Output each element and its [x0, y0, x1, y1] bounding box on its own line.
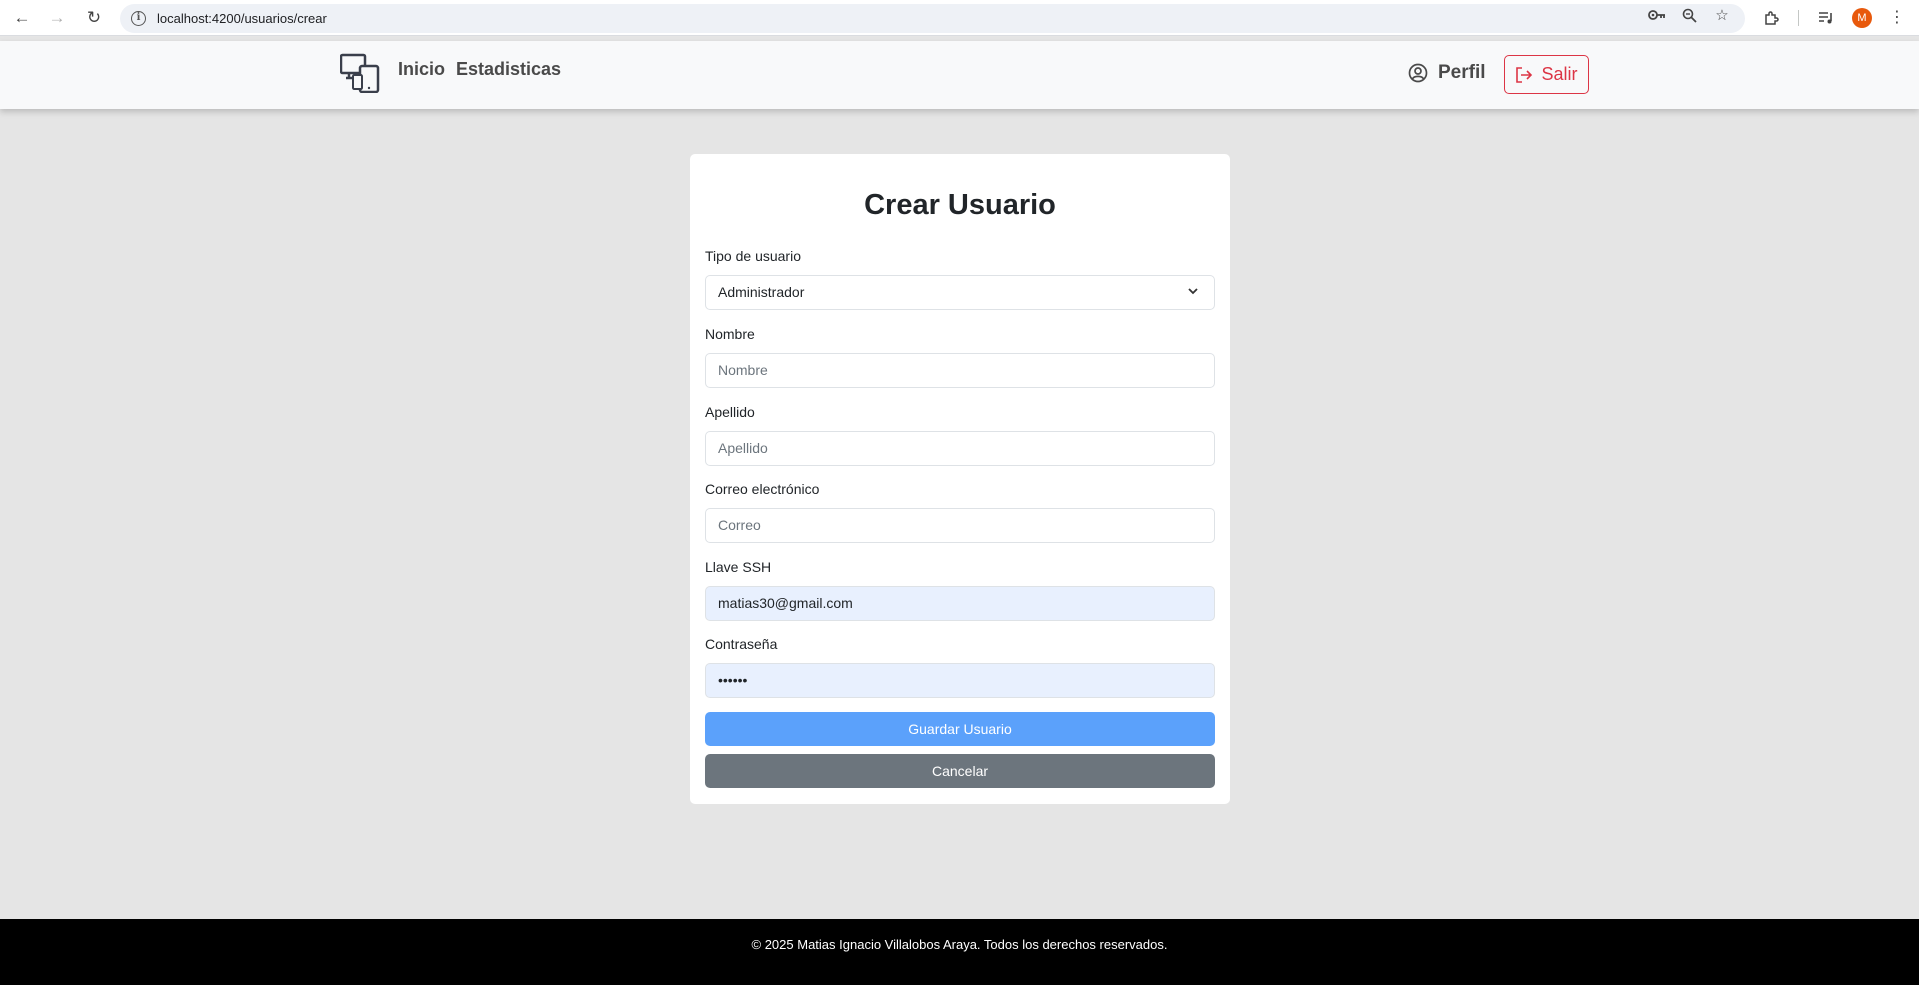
page-footer: © 2025 Matias Ignacio Villalobos Araya. … — [0, 919, 1919, 985]
logout-button[interactable]: Salir — [1504, 55, 1589, 94]
devices-logo-icon[interactable] — [340, 53, 380, 93]
user-circle-icon — [1408, 63, 1428, 83]
user-type-label: Tipo de usuario — [705, 248, 801, 264]
browser-toolbar: ← → ↻ i localhost:4200/usuarios/crear ☆ … — [0, 0, 1919, 36]
chevron-down-icon — [1188, 288, 1198, 295]
site-info-icon[interactable]: i — [131, 11, 146, 26]
profile-avatar[interactable]: M — [1852, 8, 1872, 28]
email-label: Correo electrónico — [705, 481, 820, 497]
footer-copyright: © 2025 Matias Ignacio Villalobos Araya. … — [751, 937, 1168, 952]
create-user-card: Crear Usuario Tipo de usuario Administra… — [690, 154, 1230, 804]
address-url[interactable]: localhost:4200/usuarios/crear — [157, 11, 327, 26]
password-input[interactable]: •••••• — [705, 663, 1215, 698]
toolbar-divider — [1798, 10, 1799, 26]
logout-icon — [1516, 66, 1533, 83]
address-bar[interactable]: i localhost:4200/usuarios/crear — [120, 4, 1745, 33]
zoom-icon[interactable] — [1679, 5, 1699, 25]
ssh-key-label: Llave SSH — [705, 559, 772, 575]
browser-menu-icon[interactable]: ⋮ — [1889, 7, 1905, 29]
password-label: Contraseña — [705, 636, 778, 652]
cancel-button[interactable]: Cancelar — [705, 754, 1215, 788]
user-type-select[interactable]: Administrador — [705, 275, 1215, 310]
ssh-key-input[interactable]: matias30@gmail.com — [705, 586, 1215, 621]
last-name-input[interactable]: Apellido — [705, 431, 1215, 466]
profile-link[interactable]: Perfil — [1408, 62, 1486, 84]
save-user-button[interactable]: Guardar Usuario — [705, 712, 1215, 746]
forward-arrow-icon[interactable]: → — [46, 7, 68, 29]
profile-label: Perfil — [1438, 62, 1486, 83]
first-name-input[interactable]: Nombre — [705, 353, 1215, 388]
reload-icon[interactable]: ↻ — [83, 7, 105, 29]
back-arrow-icon[interactable]: ← — [11, 7, 33, 29]
password-key-icon[interactable] — [1647, 5, 1667, 25]
nav-link-inicio[interactable]: Inicio — [398, 59, 445, 80]
app-navbar: Inicio Estadisticas Perfil Salir — [0, 41, 1919, 109]
media-queue-icon[interactable] — [1815, 7, 1837, 29]
last-name-label: Apellido — [705, 404, 755, 420]
bookmark-star-icon[interactable]: ☆ — [1712, 5, 1732, 25]
logout-label: Salir — [1541, 64, 1578, 84]
first-name-label: Nombre — [705, 326, 755, 342]
nav-link-estadisticas[interactable]: Estadisticas — [456, 59, 561, 80]
page-title: Crear Usuario — [864, 189, 1056, 221]
user-type-selected: Administrador — [718, 284, 805, 300]
extensions-puzzle-icon[interactable] — [1761, 7, 1783, 29]
email-input[interactable]: Correo — [705, 508, 1215, 543]
